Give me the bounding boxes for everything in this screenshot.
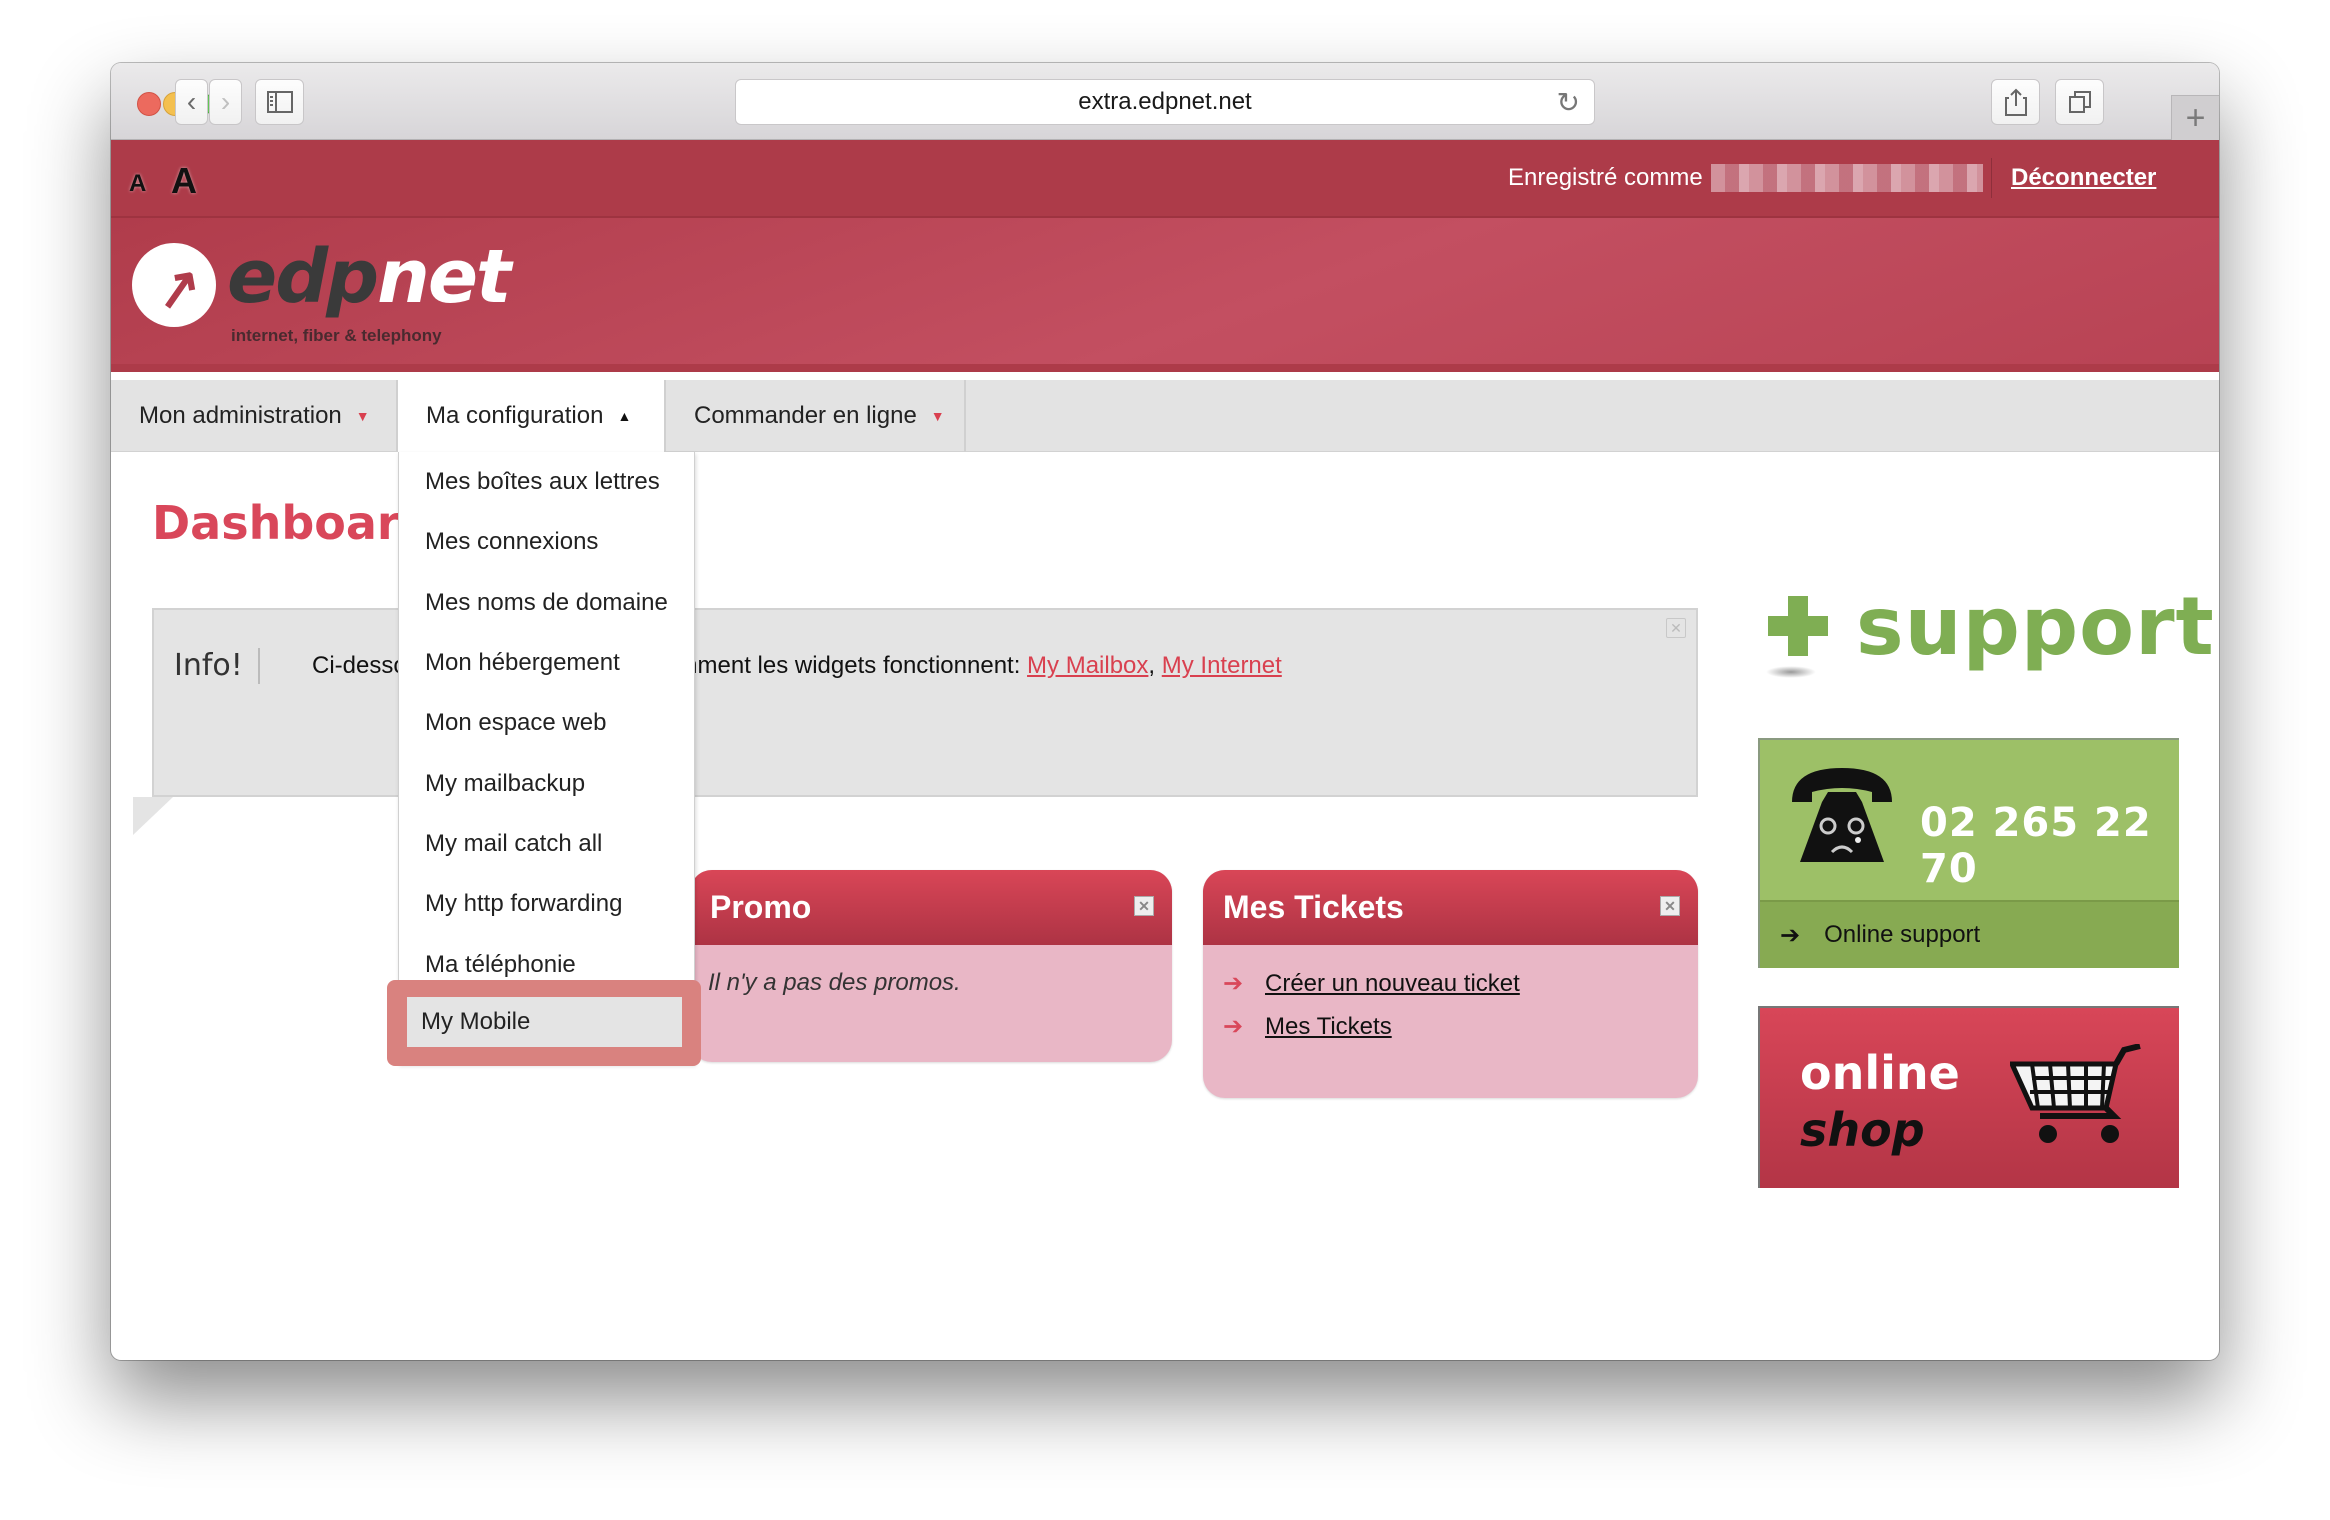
separator: , <box>1148 652 1162 679</box>
promo-message: Il n'y a pas des promos. <box>708 969 961 996</box>
browser-window: ‹ › extra.edpnet.net ↻ + A A Enregistré … <box>111 63 2219 1360</box>
url-text: extra.edpnet.net <box>1078 88 1252 115</box>
dropdown-item-mon-espace-web[interactable]: Mon espace web <box>399 693 694 753</box>
ma-configuration-dropdown: Mes boîtes aux lettres Mes connexions Me… <box>398 452 695 1064</box>
phone-support-box: 02 265 22 70 ➔ Online support <box>1758 738 2179 968</box>
dropdown-item-mes-boites-aux-lettres[interactable]: Mes boîtes aux lettres <box>399 452 694 512</box>
list-item: ➔ Créer un nouveau ticket <box>1223 969 1678 998</box>
tickets-widget: Mes Tickets ✕ ➔ Créer un nouveau ticket … <box>1203 870 1698 1098</box>
logout-link[interactable]: Déconnecter <box>2011 164 2156 192</box>
support-title: support <box>1856 580 2215 673</box>
caret-down-icon: ▼ <box>355 408 370 424</box>
support-cross-icon <box>1768 596 1828 656</box>
widget-header: Promo ✕ <box>690 870 1172 945</box>
close-icon[interactable]: ✕ <box>1134 896 1154 916</box>
share-icon <box>2004 88 2027 116</box>
tabs-icon <box>2068 91 2091 113</box>
divider <box>1991 158 1992 198</box>
logo-text-net: net <box>377 234 511 320</box>
logo-icon[interactable]: ↗ <box>132 243 216 327</box>
arrow-right-icon: ➔ <box>1223 1013 1244 1040</box>
support-phone-number: 02 265 22 70 <box>1920 800 2152 892</box>
dropdown-item-my-mailbackup[interactable]: My mailbackup <box>399 753 694 813</box>
shadow <box>1766 666 1816 678</box>
my-internet-link[interactable]: My Internet <box>1162 652 1282 679</box>
info-box: Info! Ci-dessous quelques exemples comme… <box>152 608 1698 797</box>
site-header: ↗ edpnet internet, fiber & telephony <box>111 218 2219 372</box>
my-mailbox-link[interactable]: My Mailbox <box>1027 652 1148 679</box>
widget-title: Mes Tickets <box>1223 889 1404 925</box>
promo-widget: Promo ✕ Il n'y a pas des promos. <box>690 870 1172 1062</box>
arrow-up-right-icon: ↗ <box>151 255 207 323</box>
dropdown-item-mes-noms-de-domaine[interactable]: Mes noms de domaine <box>399 573 694 633</box>
list-item: ➔ Mes Tickets <box>1223 1012 1678 1041</box>
nav-commander-en-ligne[interactable]: Commander en ligne ▼ <box>666 380 966 452</box>
dropdown-item-mes-connexions[interactable]: Mes connexions <box>399 512 694 572</box>
support-heading: support <box>1758 580 2214 678</box>
forward-button[interactable]: › <box>209 79 242 125</box>
browser-toolbar: ‹ › extra.edpnet.net ↻ + <box>111 63 2219 140</box>
page-title: Dashboard <box>152 496 433 550</box>
sidebar-icon <box>266 91 293 113</box>
online-support-label: Online support <box>1824 921 1981 948</box>
close-window-button[interactable] <box>137 92 161 116</box>
close-icon[interactable]: ✕ <box>1660 896 1680 916</box>
share-button[interactable] <box>1991 79 2040 125</box>
create-ticket-link[interactable]: Créer un nouveau ticket <box>1265 970 1520 998</box>
shop-line-online: online <box>1800 1046 1960 1100</box>
nav-label: Ma configuration <box>426 402 604 429</box>
divider <box>258 648 260 684</box>
widget-title: Promo <box>710 889 812 925</box>
dropdown-item-mon-hebergement[interactable]: Mon hébergement <box>399 633 694 693</box>
dropdown-item-my-mail-catch-all[interactable]: My mail catch all <box>399 814 694 874</box>
increase-font-button[interactable]: A <box>171 160 197 202</box>
chevron-right-icon: › <box>220 86 231 117</box>
dropdown-item-my-http-forwarding[interactable]: My http forwarding <box>399 874 694 934</box>
reload-icon[interactable]: ↻ <box>1557 86 1580 119</box>
logo-tagline: internet, fiber & telephony <box>231 326 442 345</box>
main-nav: Mon administration ▼ Ma configuration ▲ … <box>111 380 2219 452</box>
shop-line-shop: shop <box>1800 1103 1925 1157</box>
plus-icon: + <box>2185 98 2206 137</box>
sad-phone-icon <box>1792 768 1892 862</box>
caret-up-icon: ▲ <box>617 408 632 424</box>
online-shop-banner[interactable]: online shop <box>1758 1006 2179 1188</box>
new-tab-button[interactable]: + <box>2171 95 2219 140</box>
my-tickets-link[interactable]: Mes Tickets <box>1265 1013 1392 1041</box>
caret-down-icon: ▼ <box>930 408 945 424</box>
shopping-cart-icon <box>2010 1044 2141 1143</box>
top-bar: A A Enregistré comme Déconnecter <box>111 140 2219 218</box>
sidebar-toggle-button[interactable] <box>255 79 304 125</box>
chevron-left-icon: ‹ <box>186 86 197 117</box>
nav-mon-administration[interactable]: Mon administration ▼ <box>111 380 398 452</box>
arrow-right-icon: ➔ <box>1223 970 1244 997</box>
decrease-font-button[interactable]: A <box>129 170 146 198</box>
logo-text-edp: edp <box>227 234 379 320</box>
back-button[interactable]: ‹ <box>175 79 208 125</box>
arrow-right-icon: ➔ <box>1780 921 1801 949</box>
logged-in-label: Enregistré comme <box>1508 164 1703 191</box>
info-box-tail <box>133 797 173 835</box>
dropdown-item-my-mobile[interactable]: My Mobile <box>407 997 682 1047</box>
widget-header: Mes Tickets ✕ <box>1203 870 1698 945</box>
nav-label: Mon administration <box>139 402 342 429</box>
nav-ma-configuration[interactable]: Ma configuration ▲ <box>398 380 666 452</box>
online-support-link[interactable]: ➔ Online support <box>1760 900 2179 968</box>
username-redacted <box>1711 164 1983 192</box>
nav-label: Commander en ligne <box>694 402 917 429</box>
address-bar[interactable]: extra.edpnet.net ↻ <box>735 79 1595 125</box>
logo[interactable]: edpnet <box>227 234 511 320</box>
info-label: Info! <box>174 648 243 683</box>
show-tabs-button[interactable] <box>2055 79 2104 125</box>
close-icon[interactable]: ✕ <box>1666 618 1686 638</box>
